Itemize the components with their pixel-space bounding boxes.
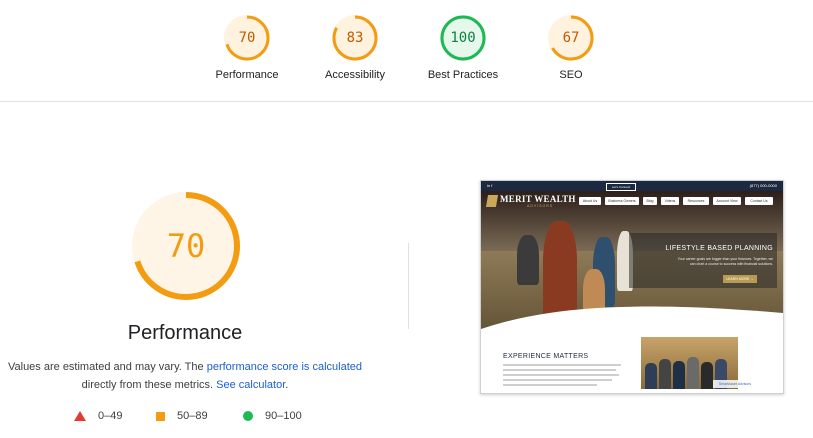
performance-title: Performance [127, 322, 243, 344]
logo-mark-icon [485, 195, 499, 207]
performance-score-large: 70 [166, 227, 206, 265]
legend-fail: 0–49 [74, 410, 122, 422]
site-nav-item: Resources [683, 197, 709, 205]
vertical-divider [408, 243, 409, 329]
legend-fail-label: 0–49 [98, 410, 123, 422]
site-nav-item: Business Owners [605, 197, 639, 205]
score-summary: 70 Performance 83 Accessibility 100 Best… [0, 0, 813, 102]
social-icons: in f [487, 183, 493, 188]
page-screenshot-thumbnail[interactable]: in f Let's Connect (877) 000-0000 MERIT … [480, 180, 784, 394]
gauge-performance[interactable]: 70 Performance [192, 13, 302, 81]
triangle-icon [74, 411, 86, 421]
hero-heading: LIFESTYLE BASED PLANNING [665, 245, 773, 252]
section-text-lines [503, 364, 621, 389]
gauge-seo-label: SEO [559, 69, 583, 81]
gauge-performance-label: Performance [215, 69, 279, 81]
legend-average: 50–89 [156, 410, 208, 422]
performance-description: Values are estimated and may vary. The p… [0, 358, 370, 394]
logo-subtext: ADVISORS [527, 204, 554, 208]
gauge-seo-value: 67 [562, 30, 580, 46]
site-nav-item: Blog [643, 197, 657, 205]
square-icon [156, 411, 165, 421]
gauge-accessibility-label: Accessibility [325, 69, 385, 81]
gauge-best-practices-value: 100 [450, 30, 476, 46]
gauge-best-practices[interactable]: 100 Best Practices [408, 13, 518, 81]
hero-text: Your career goals are bigger than your f… [677, 257, 773, 266]
site-phone: (877) 000-0000 [749, 183, 777, 188]
site-nav-item: About Us [579, 197, 601, 205]
desc-text-end: . [285, 379, 289, 391]
site-nav-item: Contact Us [745, 197, 773, 205]
client-button: Let's Connect [606, 183, 636, 191]
desc-text-1: Values are estimated and may vary. The [7, 361, 204, 373]
desc-text-2: directly from these metrics. [81, 379, 214, 391]
site-nav-item: Account View [713, 197, 741, 205]
performance-score-link[interactable]: performance score is calculated [207, 361, 362, 373]
section-heading: EXPERIENCE MATTERS [503, 353, 589, 360]
site-logo: MERIT WEALTH ADVISORS [485, 194, 575, 210]
see-calculator-link[interactable]: See calculator [216, 379, 285, 391]
performance-gauge-large: 70 [130, 190, 242, 302]
hero-button: LEARN MORE → [723, 275, 757, 283]
site-topbar: in f Let's Connect (877) 000-0000 [481, 181, 783, 191]
legend-pass-label: 90–100 [265, 410, 302, 422]
legend-pass: 90–100 [243, 410, 302, 422]
circle-icon [243, 411, 253, 421]
hero-overlay: LIFESTYLE BASED PLANNING Your career goa… [629, 233, 777, 288]
gauge-best-practices-label: Best Practices [427, 69, 499, 81]
gauge-performance-value: 70 [238, 30, 256, 46]
gauge-accessibility[interactable]: 83 Accessibility [300, 13, 410, 81]
gauge-accessibility-value: 83 [346, 30, 364, 46]
legend-average-label: 50–89 [177, 410, 208, 422]
smartasset-badge: SmartAsset Advisors [713, 380, 757, 388]
logo-text: MERIT WEALTH [500, 194, 576, 204]
site-nav-item: Videos [661, 197, 679, 205]
gauge-seo[interactable]: 67 SEO [516, 13, 626, 81]
